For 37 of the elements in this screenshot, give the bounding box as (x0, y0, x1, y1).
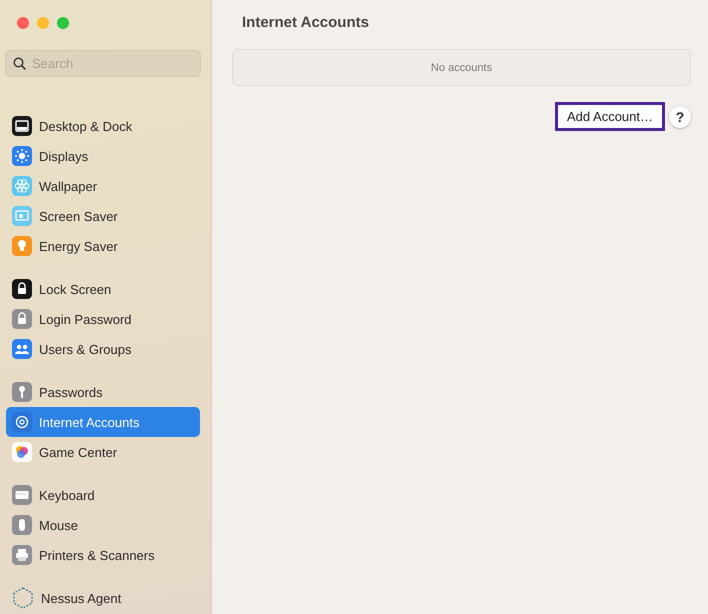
sidebar-item[interactable]: Printers & Scanners (6, 540, 200, 570)
keyboard-icon (12, 485, 32, 505)
sidebar-item[interactable]: Game Center (6, 437, 200, 467)
sidebar-item[interactable]: Energy Saver (6, 231, 200, 261)
help-button[interactable]: ? (669, 106, 691, 128)
window-title: Internet Accounts (241, 14, 370, 33)
hexagon-icon (12, 587, 34, 609)
sun-icon (12, 146, 32, 166)
sidebar-item[interactable]: Screen Saver (6, 201, 200, 231)
lightbulb-icon (12, 236, 32, 256)
sidebar-item[interactable]: Mouse (6, 510, 200, 540)
sidebar-item[interactable]: Internet Accounts (6, 407, 200, 437)
lock-icon (12, 279, 32, 299)
screen-icon (12, 206, 32, 226)
close-button[interactable] (17, 17, 29, 29)
dock-icon (12, 116, 32, 136)
sidebar-item[interactable]: Users & Groups (6, 334, 200, 364)
add-account-button[interactable]: Add Account… (555, 102, 665, 131)
search-icon (13, 57, 26, 70)
sidebar-item[interactable]: Wallpaper (6, 171, 200, 201)
sidebar-item[interactable]: Keyboard (6, 480, 200, 510)
minimize-button[interactable] (37, 17, 49, 29)
key-icon (12, 382, 32, 402)
sidebar-item[interactable]: Desktop & Dock (6, 111, 200, 141)
printer-icon (12, 545, 32, 565)
sidebar-item[interactable]: Lock Screen (6, 274, 200, 304)
flower-icon (12, 176, 32, 196)
lock-icon (12, 309, 32, 329)
zoom-button[interactable] (57, 17, 69, 29)
sidebar-item[interactable]: Nessus Agent (6, 583, 200, 613)
empty-accounts-list: No accounts (232, 49, 691, 86)
mouse-icon (12, 515, 32, 535)
sidebar-item[interactable]: Displays (6, 141, 200, 171)
sidebar-item[interactable]: Passwords (6, 377, 200, 407)
people-icon (12, 339, 32, 359)
bubbles-icon (12, 442, 32, 462)
sidebar-item[interactable]: Login Password (6, 304, 200, 334)
